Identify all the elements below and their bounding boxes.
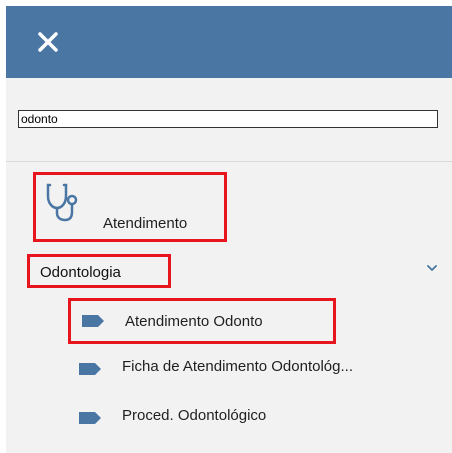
group-odontologia[interactable]: Odontologia <box>27 254 171 288</box>
navigation-panel: Atendimento Odontologia Atendimento Odon… <box>6 6 452 453</box>
close-button[interactable] <box>34 28 62 56</box>
menu-item-label: Proced. Odontológico <box>122 407 267 424</box>
stethoscope-icon <box>46 183 78 222</box>
chevron-down-icon[interactable] <box>425 261 439 275</box>
tag-icon <box>82 315 104 327</box>
module-label: Atendimento <box>103 215 188 232</box>
menu-item-label: Ficha de Atendimento Odontológ... <box>122 358 353 375</box>
group-label: Odontologia <box>40 264 121 281</box>
module-atendimento[interactable]: Atendimento <box>33 172 227 242</box>
divider <box>6 161 452 162</box>
panel-header <box>6 6 452 78</box>
search-input[interactable] <box>18 110 438 128</box>
menu-item-proced-odontologico[interactable]: Proced. Odontológico <box>68 399 452 433</box>
tag-icon <box>79 412 101 424</box>
menu-item-ficha-atendimento[interactable]: Ficha de Atendimento Odontológ... <box>68 350 452 384</box>
menu-item-atendimento-odonto[interactable]: Atendimento Odonto <box>68 298 336 344</box>
tag-icon <box>79 363 101 375</box>
menu-item-label: Atendimento Odonto <box>125 313 263 330</box>
close-icon <box>38 32 58 52</box>
